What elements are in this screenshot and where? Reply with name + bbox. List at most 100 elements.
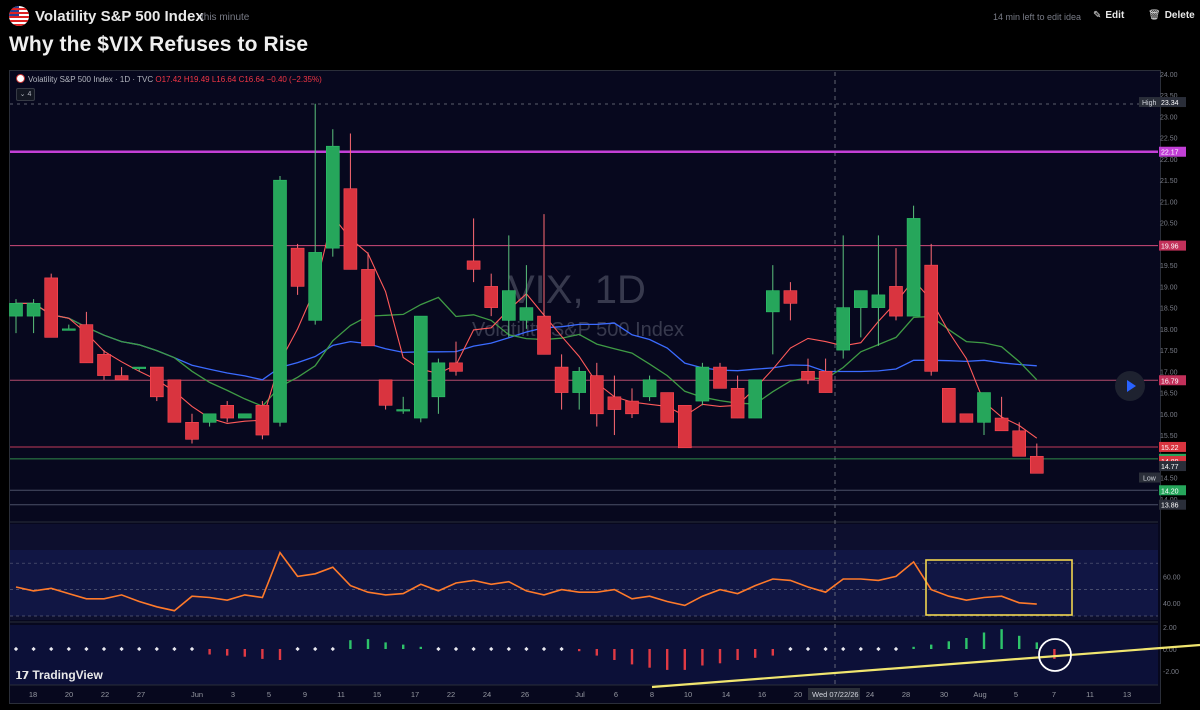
histogram-bar [754, 649, 757, 658]
x-axis-label: Aug [973, 690, 986, 699]
x-axis-label: 17 [411, 690, 419, 699]
y-tick-label: 15.50 [1160, 433, 1178, 440]
symbol-flag-icon [16, 74, 25, 83]
x-axis-label: 22 [447, 690, 455, 699]
y-tick-label: 23.00 [1160, 114, 1178, 121]
x-axis-label: Jun [191, 690, 203, 699]
histogram-pane-bg [10, 625, 1158, 685]
y-tick-label: 22.50 [1160, 136, 1178, 143]
price-label: 19.96 [1161, 244, 1179, 251]
candlestick [748, 379, 763, 419]
histogram-bar [736, 649, 739, 660]
candlestick [255, 405, 270, 436]
candlestick [677, 405, 692, 449]
rsi-tick-label: 40.00 [1163, 601, 1181, 608]
x-axis-label: 3 [231, 690, 235, 699]
candlestick [537, 315, 551, 355]
histogram-bar [419, 646, 422, 649]
candlestick [273, 179, 287, 423]
x-axis-label: 27 [137, 690, 145, 699]
y-tick-label: 14.50 [1160, 476, 1178, 483]
chart-legend: Volatility S&P 500 Index · 1D · TVC O17.… [16, 74, 322, 84]
candlestick [818, 371, 833, 393]
price-label: 13.86 [1161, 503, 1179, 510]
tradingview-logo: 𝟭𝟳 TradingView [15, 668, 103, 682]
candlestick [959, 413, 974, 423]
candlestick [801, 371, 815, 381]
rsi-tick-label: 60.00 [1163, 574, 1181, 581]
histogram-bar [384, 642, 387, 649]
histogram-bar [648, 649, 651, 668]
x-axis-label: 18 [29, 690, 37, 699]
histogram-bar [701, 649, 704, 666]
histogram-bar [1000, 629, 1003, 649]
x-axis-label: 13 [1123, 690, 1131, 699]
candlestick [114, 375, 129, 381]
candlestick [642, 379, 657, 398]
candlestick [185, 422, 199, 440]
x-axis-label: 6 [614, 690, 618, 699]
price-label: 22.17 [1161, 150, 1179, 157]
candlestick [378, 379, 393, 406]
x-axis-label: 7 [1052, 690, 1056, 699]
histogram-bar [349, 640, 352, 649]
candlestick [413, 315, 428, 419]
candlestick [1012, 430, 1027, 457]
candlestick [713, 366, 727, 389]
x-axis-label: 26 [521, 690, 529, 699]
histogram-bar [261, 649, 264, 659]
candlestick [589, 375, 604, 415]
histogram-bar [1035, 642, 1038, 649]
histogram-bar [982, 632, 986, 649]
play-icon [1127, 380, 1136, 392]
x-axis-label: 16 [758, 690, 766, 699]
candlestick [977, 392, 991, 423]
candlestick [343, 188, 358, 270]
histogram-bar [930, 644, 933, 649]
y-tick-label: 16.00 [1160, 412, 1178, 419]
candlestick [519, 307, 534, 321]
candlestick [361, 269, 375, 347]
y-tick-label: 22.00 [1160, 157, 1178, 164]
histogram-bar [1053, 649, 1056, 659]
candlestick [660, 392, 675, 423]
candlestick [9, 303, 23, 317]
price-label-tag: High [1142, 100, 1157, 107]
histogram-bar [1018, 635, 1021, 649]
x-axis-label: 15 [373, 690, 381, 699]
candlestick [61, 328, 76, 331]
price-label: 15.22 [1161, 445, 1179, 452]
candlestick [396, 409, 411, 412]
x-axis-label: 22 [101, 690, 109, 699]
indicators-toggle-button[interactable]: ⌄ 4 [16, 88, 35, 101]
x-axis-label: 5 [267, 690, 271, 699]
y-tick-label: 24.00 [1160, 72, 1178, 79]
candlestick [906, 218, 921, 317]
histogram-bar [965, 638, 968, 649]
price-label: 14.20 [1161, 488, 1179, 495]
x-axis-label: 28 [902, 690, 910, 699]
candlestick [238, 413, 252, 419]
candlestick [607, 396, 622, 410]
candlestick [625, 400, 639, 415]
candlestick [431, 362, 446, 398]
x-axis-label: 24 [866, 690, 874, 699]
candlestick [783, 290, 798, 304]
y-tick-label: 19.50 [1160, 263, 1178, 270]
x-axis-label: 11 [1086, 690, 1094, 699]
y-tick-label: 21.00 [1160, 199, 1178, 206]
histogram-tick-label: 2.00 [1163, 625, 1177, 632]
candlestick [1030, 455, 1044, 474]
candlestick [836, 307, 851, 351]
candlestick [695, 366, 710, 402]
candlestick [167, 379, 182, 423]
candlestick [449, 362, 463, 372]
candlestick [132, 366, 146, 369]
x-axis-label: 9 [303, 690, 307, 699]
price-label: 14.77 [1161, 464, 1179, 471]
candlestick [730, 388, 745, 419]
candlestick [501, 290, 516, 321]
histogram-bar [208, 649, 211, 655]
x-axis-label: 20 [65, 690, 73, 699]
play-replay-button[interactable] [1115, 371, 1145, 401]
